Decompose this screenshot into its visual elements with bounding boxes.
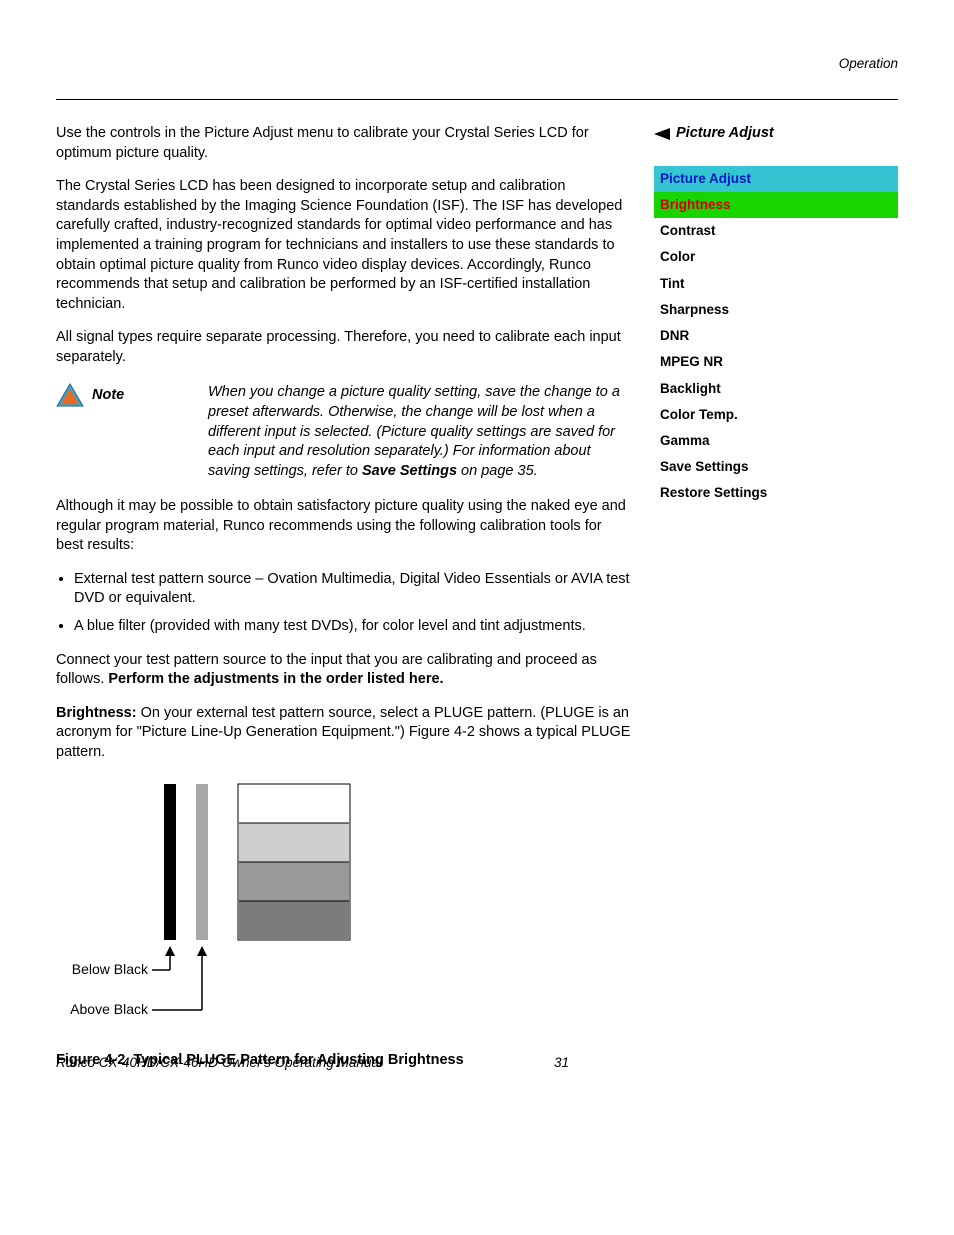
menu-item-highlighted: Brightness: [654, 192, 898, 218]
footer-page-number: 31: [554, 1054, 569, 1072]
note-block: Note When you change a picture quality s…: [56, 383, 632, 481]
menu-item: MPEG NR: [654, 349, 898, 375]
arrow-left-icon: [654, 128, 670, 140]
section-header: Operation: [56, 55, 898, 73]
menu-item: Contrast: [654, 218, 898, 244]
above-black-label: Above Black: [70, 1001, 149, 1017]
paragraph: Although it may be possible to obtain sa…: [56, 497, 632, 556]
menu-item: Color Temp.: [654, 402, 898, 428]
list-item: A blue filter (provided with many test D…: [74, 617, 632, 637]
menu-item: Tint: [654, 271, 898, 297]
pluge-pattern-icon: Below Black Above Black: [56, 778, 356, 1028]
note-text-bold: Save Settings: [362, 463, 457, 479]
footer: Runco CX-40HD/CX-46HD Owner's Operating …: [56, 1054, 898, 1072]
footer-title: Runco CX-40HD/CX-46HD Owner's Operating …: [56, 1054, 898, 1072]
sidebar-title: Picture Adjust: [654, 124, 898, 144]
list-item: External test pattern source – Ovation M…: [74, 570, 632, 609]
warning-icon: [56, 383, 84, 407]
menu-item: Save Settings: [654, 454, 898, 480]
paragraph: The Crystal Series LCD has been designed…: [56, 177, 632, 314]
menu-item: Sharpness: [654, 297, 898, 323]
brightness-lead: Brightness:: [56, 705, 141, 721]
menu-header: Picture Adjust: [654, 166, 898, 192]
menu-item: Gamma: [654, 428, 898, 454]
paragraph: Connect your test pattern source to the …: [56, 651, 632, 690]
note-text: When you change a picture quality settin…: [208, 383, 632, 481]
note-label: Note: [92, 386, 124, 406]
sidebar: Picture Adjust Picture Adjust Brightness…: [654, 124, 898, 1084]
paragraph: All signal types require separate proces…: [56, 328, 632, 367]
paragraph: Use the controls in the Picture Adjust m…: [56, 124, 632, 163]
menu-box: Picture Adjust Brightness Contrast Color…: [654, 166, 898, 507]
menu-item: Restore Settings: [654, 480, 898, 506]
below-black-label: Below Black: [72, 961, 149, 977]
bullet-list: External test pattern source – Ovation M…: [56, 570, 632, 637]
menu-item: DNR: [654, 323, 898, 349]
text-bold: Perform the adjustments in the order lis…: [108, 671, 443, 687]
divider: [56, 99, 898, 100]
note-text-part: on page 35.: [457, 463, 538, 479]
paragraph: Brightness: On your external test patter…: [56, 704, 632, 763]
text-part: On your external test pattern source, se…: [56, 705, 630, 760]
menu-item: Color: [654, 244, 898, 270]
sidebar-title-text: Picture Adjust: [676, 124, 774, 144]
main-column: Use the controls in the Picture Adjust m…: [56, 124, 632, 1084]
figure: Below Black Above Black Figure 4-2. Typi…: [56, 778, 632, 1070]
menu-item: Backlight: [654, 376, 898, 402]
